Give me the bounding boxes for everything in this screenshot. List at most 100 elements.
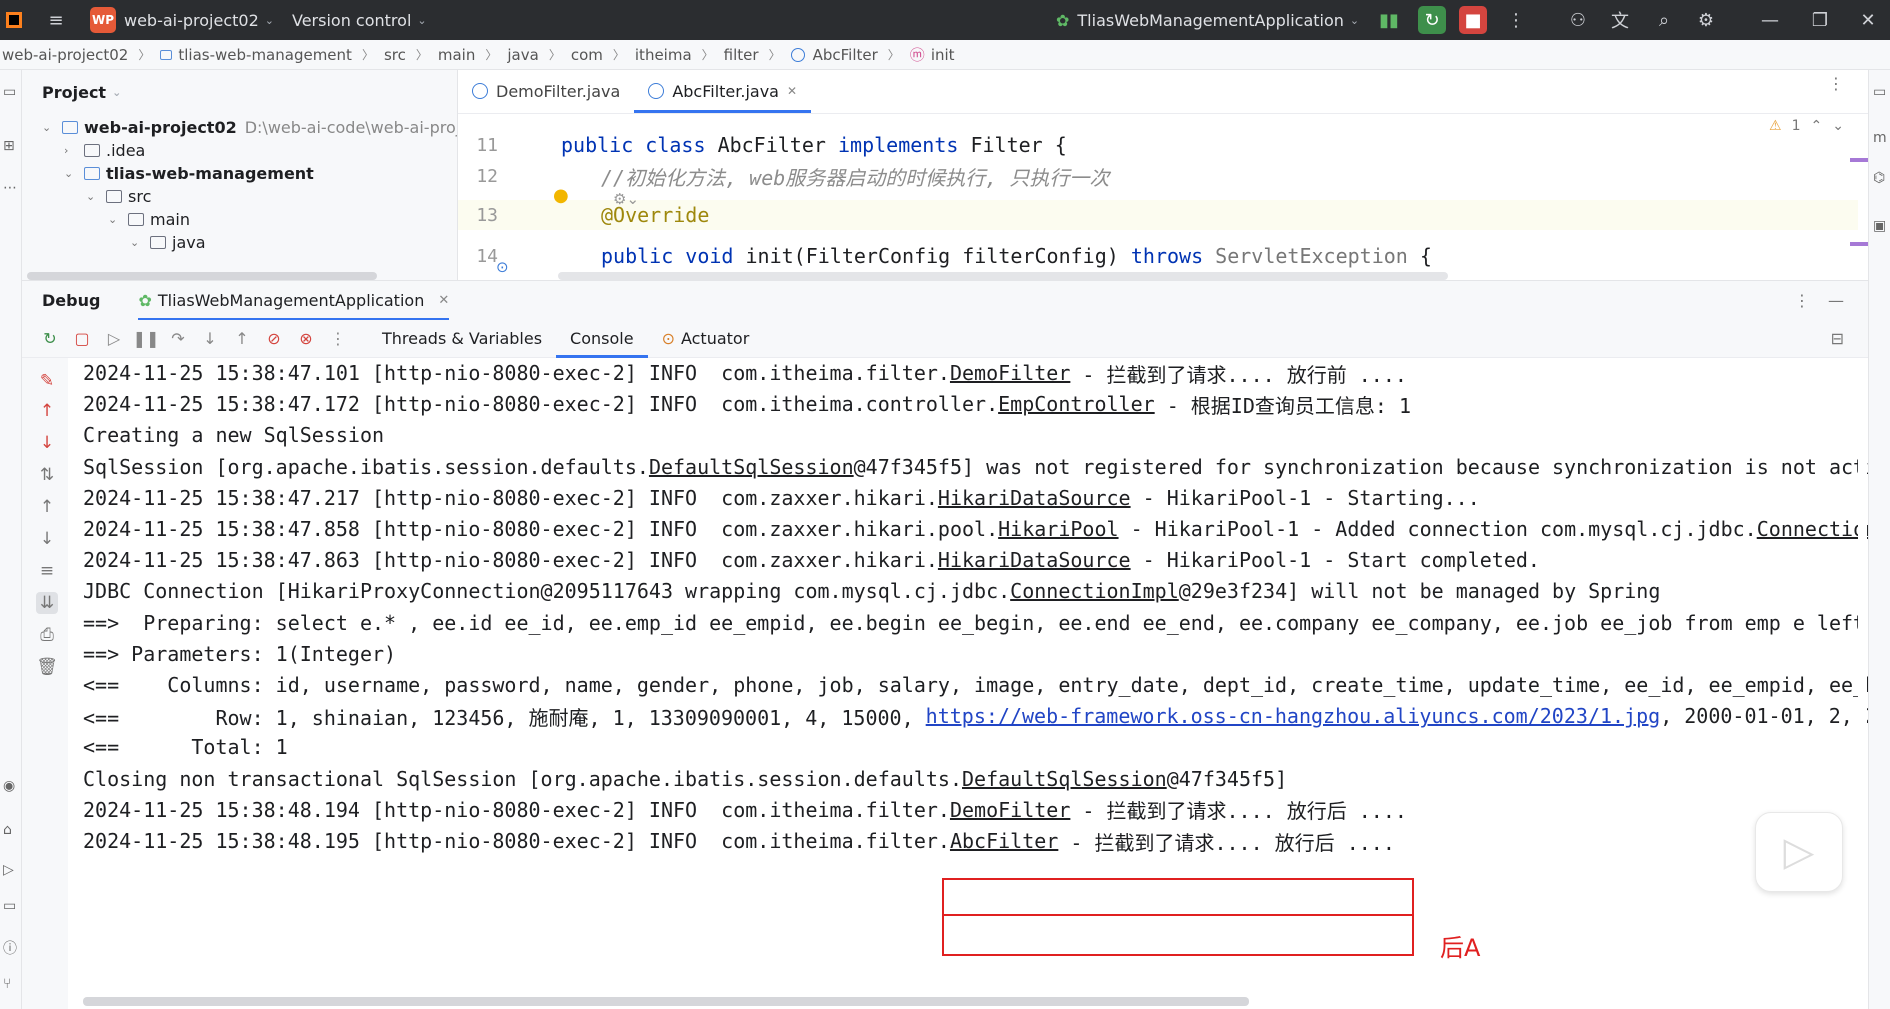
clear-icon[interactable]: ✎ bbox=[36, 370, 58, 392]
rerun-icon[interactable]: ↻ bbox=[36, 325, 64, 353]
breadcrumb-item[interactable]: src bbox=[384, 46, 406, 64]
more-icon[interactable]: ⋮ bbox=[324, 325, 352, 353]
maven-icon[interactable]: ▣ bbox=[1873, 218, 1886, 234]
code-editor[interactable]: DemoFilter.java AbcFilter.java ✕ ⚠ 1 ⌃ ⌄ ⋮… bbox=[458, 70, 1868, 280]
console-output[interactable]: 2024-11-25 15:38:47.101 [http-nio-8080-e… bbox=[68, 358, 1868, 1009]
breadcrumb-item[interactable]: tlias-web-management bbox=[160, 46, 352, 64]
view-breakpoints-icon[interactable]: ⊘ bbox=[260, 325, 288, 353]
breadcrumb-item[interactable]: itheima bbox=[635, 46, 692, 64]
tree-item[interactable]: ⌄ java bbox=[130, 229, 206, 256]
chevron-icon[interactable]: › bbox=[64, 144, 80, 157]
debug-title: Debug bbox=[42, 291, 101, 310]
structure-icon[interactable]: ⊞ bbox=[3, 138, 15, 154]
user-icon[interactable]: ⚇ bbox=[1564, 6, 1592, 34]
close-icon[interactable]: ✕ bbox=[438, 293, 449, 308]
lightbulb-icon[interactable]: ● bbox=[553, 185, 569, 206]
sort-icon[interactable]: ⇅ bbox=[36, 464, 58, 486]
line-number: 14 bbox=[476, 245, 498, 267]
horizontal-scrollbar[interactable] bbox=[27, 272, 377, 280]
up-stack-icon[interactable]: ↑ bbox=[36, 496, 58, 518]
step-into-icon[interactable]: ↓ bbox=[196, 325, 224, 353]
services-icon[interactable]: ◉ bbox=[3, 778, 15, 794]
breadcrumb-item[interactable]: main bbox=[438, 46, 475, 64]
editor-tab[interactable]: AbcFilter.java ✕ bbox=[634, 70, 811, 113]
soft-wrap-icon[interactable]: ≡ bbox=[36, 560, 58, 582]
version-control-menu[interactable]: Version control ⌄ bbox=[292, 0, 427, 40]
gear-icon[interactable]: ⚙ bbox=[1692, 6, 1720, 34]
git-icon[interactable]: ⑂ bbox=[3, 976, 11, 992]
stop-icon[interactable]: ▢ bbox=[68, 325, 96, 353]
project-panel-header[interactable]: Project ⌄ bbox=[22, 70, 457, 114]
resume-icon[interactable]: ▷ bbox=[100, 325, 128, 353]
console-line: Creating a new SqlSession bbox=[83, 420, 1868, 450]
trash-icon[interactable]: 🗑 bbox=[36, 656, 58, 678]
override-gutter-icon[interactable]: ⊙ bbox=[496, 258, 509, 276]
more-icon[interactable]: ⋮ bbox=[1502, 6, 1530, 34]
chevron-icon[interactable]: ⌄ bbox=[86, 190, 102, 203]
translate-icon[interactable]: 文 bbox=[1606, 6, 1634, 34]
vertical-scrollbar[interactable] bbox=[1858, 358, 1867, 1009]
close-icon[interactable]: ✕ bbox=[1854, 6, 1882, 34]
chevron-icon[interactable]: ⌄ bbox=[130, 236, 146, 249]
debug-tab[interactable]: Console bbox=[556, 320, 648, 358]
arrow-up-icon[interactable]: ↑ bbox=[36, 400, 58, 422]
breadcrumb-item[interactable]: ⓜ init bbox=[910, 44, 955, 65]
folder-icon[interactable]: ▭ bbox=[3, 84, 16, 100]
close-icon[interactable]: ✕ bbox=[787, 84, 797, 98]
run-config-selector[interactable]: ✿ TliasWebManagementApplication ⌄ bbox=[1056, 0, 1359, 40]
ai-suggest-icon[interactable]: ⚙⌄ bbox=[613, 190, 639, 208]
down-stack-icon[interactable]: ↓ bbox=[36, 528, 58, 550]
step-over-icon[interactable]: ↷ bbox=[164, 325, 192, 353]
step-out-icon[interactable]: ↑ bbox=[228, 325, 256, 353]
more-icon[interactable]: ⋮ bbox=[1828, 74, 1844, 93]
console-segment: ConnectionImpl bbox=[1010, 579, 1179, 604]
more-icon[interactable]: ⋮ bbox=[1794, 291, 1810, 310]
project-selector[interactable]: WP web-ai-project02 ⌄ bbox=[90, 0, 274, 40]
layout-icon[interactable]: ⊟ bbox=[1831, 329, 1844, 348]
editor-tab[interactable]: DemoFilter.java bbox=[458, 70, 634, 113]
pause-icon[interactable]: ▮▮ bbox=[1375, 6, 1403, 34]
breadcrumb-label: filter bbox=[723, 45, 759, 64]
editor-tab-label: AbcFilter.java bbox=[672, 81, 779, 101]
maximize-icon[interactable]: ❐ bbox=[1806, 6, 1834, 34]
notifications-icon[interactable]: ▭ bbox=[1873, 84, 1886, 100]
chevron-icon[interactable]: ⌄ bbox=[42, 121, 58, 134]
breadcrumb-item[interactable]: java bbox=[507, 46, 538, 64]
problems-icon[interactable]: ⓘ bbox=[3, 938, 17, 958]
mute-breakpoints-icon[interactable]: ⊗ bbox=[292, 325, 320, 353]
arrow-down-icon[interactable]: ↓ bbox=[36, 432, 58, 454]
rerun-debug-icon[interactable]: ↻ bbox=[1418, 6, 1446, 34]
breadcrumb-item[interactable]: com bbox=[571, 46, 603, 64]
pause-icon[interactable]: ❚❚ bbox=[132, 325, 160, 353]
breadcrumb-item[interactable]: filter bbox=[724, 46, 759, 64]
run-icon[interactable]: ▷ bbox=[3, 862, 14, 878]
build-icon[interactable]: ⌂ bbox=[3, 822, 12, 838]
play-overlay-icon[interactable]: ▷ bbox=[1755, 812, 1843, 892]
horizontal-scrollbar[interactable] bbox=[558, 272, 1448, 280]
console-link[interactable]: https://web-framework.oss-cn-hangzhou.al… bbox=[926, 704, 1661, 728]
search-icon[interactable]: ⌕ bbox=[1650, 6, 1678, 34]
more-icon[interactable]: ⋯ bbox=[3, 180, 17, 196]
breadcrumb-label: src bbox=[383, 45, 406, 64]
stop-icon[interactable]: ■ bbox=[1459, 6, 1487, 34]
method-icon: ⓜ bbox=[909, 46, 925, 64]
horizontal-scrollbar[interactable] bbox=[83, 997, 1249, 1006]
database-icon[interactable]: ⌬ bbox=[1873, 170, 1885, 186]
debug-tab[interactable]: Threads & Variables bbox=[368, 320, 556, 358]
breadcrumb-item[interactable]: web-ai-project02 bbox=[2, 46, 128, 64]
scroll-to-end-icon[interactable]: ⇊ bbox=[36, 592, 58, 614]
chevron-icon[interactable]: ⌄ bbox=[64, 167, 80, 180]
spring-icon: ✿ bbox=[1056, 10, 1070, 30]
breadcrumb-item[interactable]: AbcFilter bbox=[790, 46, 878, 64]
minimize-icon[interactable]: — bbox=[1756, 6, 1784, 34]
debug-tab[interactable]: ⊙ Actuator bbox=[648, 320, 764, 358]
chevron-icon[interactable]: ⌄ bbox=[108, 213, 124, 226]
debug-session-tab[interactable]: ✿ TliasWebManagementApplication ✕ bbox=[138, 281, 450, 321]
minimize-icon[interactable]: — bbox=[1828, 291, 1844, 310]
terminal-icon[interactable]: ▭ bbox=[3, 898, 16, 914]
ai-icon[interactable]: m bbox=[1873, 130, 1887, 146]
menu-icon[interactable]: ≡ bbox=[42, 6, 70, 34]
error-stripe-mark bbox=[1850, 242, 1868, 246]
print-icon[interactable]: ⎙ bbox=[36, 624, 58, 646]
console-segment: Closing non transactional SqlSession [or… bbox=[83, 766, 962, 791]
